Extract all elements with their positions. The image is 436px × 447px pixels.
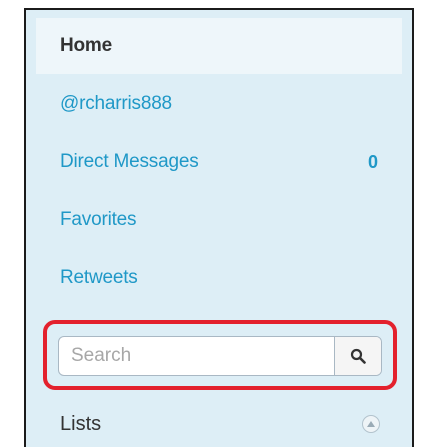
- lists-section-header[interactable]: Lists: [36, 406, 402, 442]
- sidebar-item-retweets[interactable]: Retweets: [36, 250, 402, 306]
- search-button[interactable]: [334, 337, 381, 375]
- search-box: [58, 336, 382, 376]
- sidebar-item-label: Direct Messages: [60, 151, 199, 172]
- search-icon: [350, 348, 366, 364]
- sidebar-item-home[interactable]: Home: [36, 18, 402, 74]
- page: Home @rcharris888 Direct Messages 0 Favo…: [0, 0, 436, 447]
- search-input[interactable]: [59, 337, 334, 375]
- lists-toggle-button[interactable]: [362, 415, 380, 433]
- sidebar-item-label: Favorites: [60, 209, 137, 230]
- sidebar-panel: Home @rcharris888 Direct Messages 0 Favo…: [24, 8, 414, 447]
- sidebar-item-label: Home: [60, 35, 112, 56]
- lists-label: Lists: [60, 412, 102, 435]
- sidebar-item-favorites[interactable]: Favorites: [36, 192, 402, 248]
- sidebar-item-label: @rcharris888: [60, 93, 172, 114]
- chevron-up-icon: [367, 421, 375, 427]
- sidebar-item-label: Retweets: [60, 267, 138, 288]
- sidebar-item-direct-messages[interactable]: Direct Messages 0: [36, 134, 402, 190]
- sidebar-item-profile[interactable]: @rcharris888: [36, 76, 402, 132]
- message-count-badge: 0: [367, 151, 378, 172]
